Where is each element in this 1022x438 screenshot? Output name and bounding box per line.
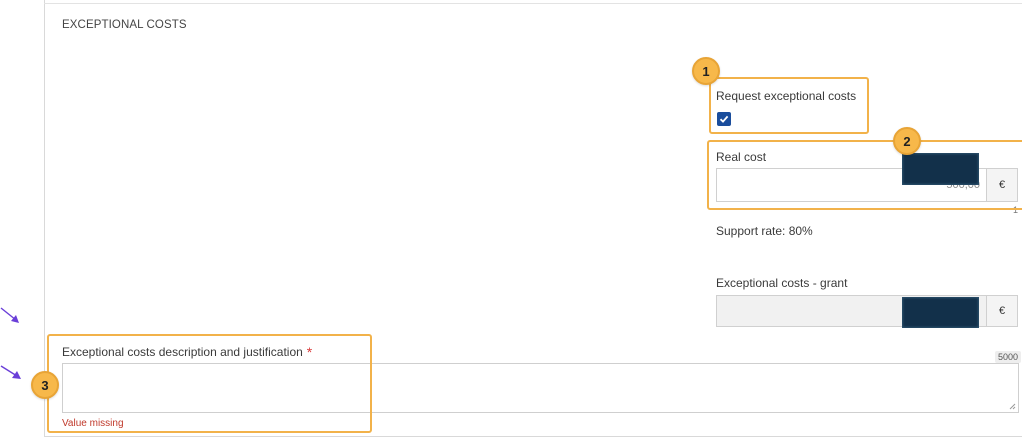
redacted-block	[902, 297, 979, 328]
arrow-icon	[0, 365, 21, 379]
highlight-box-2	[707, 140, 1022, 210]
resize-handle-icon[interactable]	[1009, 403, 1016, 410]
highlight-box-1	[709, 77, 869, 134]
card-top-border	[44, 3, 1022, 4]
annotation-badge-1: 1	[692, 57, 720, 85]
annotation-badge-3: 3	[31, 371, 59, 399]
highlight-box-3	[47, 334, 372, 433]
grant-label: Exceptional costs - grant	[716, 276, 848, 290]
section-title: EXCEPTIONAL COSTS	[62, 19, 187, 31]
annotation-badge-2: 2	[893, 127, 921, 155]
grant-currency: €	[986, 295, 1018, 327]
char-counter: 5000	[995, 351, 1022, 363]
support-rate-text: Support rate: 80%	[716, 224, 813, 238]
arrow-icon	[0, 307, 19, 323]
